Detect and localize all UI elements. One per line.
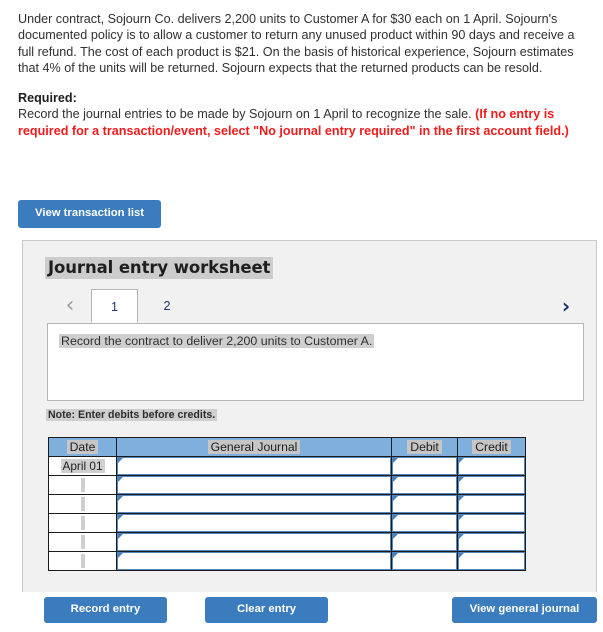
column-header-credit: Credit: [457, 437, 526, 457]
tab-next-arrow-icon[interactable]: ›: [555, 292, 577, 320]
required-section: Required: Record the journal entries to …: [0, 90, 603, 139]
view-transaction-list-button[interactable]: View transaction list: [18, 200, 161, 228]
general-journal-cell[interactable]: [116, 532, 392, 552]
debit-cell[interactable]: [391, 494, 458, 514]
problem-statement: Under contract, Sojourn Co. delivers 2,2…: [0, 0, 603, 76]
debit-cell[interactable]: [391, 532, 458, 552]
general-journal-input[interactable]: [117, 457, 391, 475]
credit-cell[interactable]: [457, 513, 526, 533]
required-label: Required:: [18, 91, 77, 106]
debit-cell[interactable]: [391, 475, 458, 495]
transaction-description-box: Record the contract to deliver 2,200 uni…: [47, 323, 584, 401]
table-row: [48, 494, 526, 514]
credit-input[interactable]: [458, 457, 525, 475]
debit-input[interactable]: [392, 533, 457, 551]
general-journal-input[interactable]: [117, 533, 391, 551]
date-cell[interactable]: [48, 551, 117, 571]
date-cell[interactable]: [48, 494, 117, 514]
credit-cell[interactable]: [457, 456, 526, 476]
debit-input[interactable]: [392, 457, 457, 475]
general-journal-input[interactable]: [117, 476, 391, 494]
clear-entry-button[interactable]: Clear entry: [205, 597, 328, 623]
date-cell[interactable]: April 01: [48, 456, 117, 476]
credit-input[interactable]: [458, 495, 525, 513]
table-row: [48, 513, 526, 533]
table-row: [48, 475, 526, 495]
problem-text: Under contract, Sojourn Co. delivers 2,2…: [18, 12, 575, 75]
credit-input[interactable]: [458, 476, 525, 494]
debit-cell[interactable]: [391, 513, 458, 533]
credit-input[interactable]: [458, 533, 525, 551]
general-journal-cell[interactable]: [116, 494, 392, 514]
debit-input[interactable]: [392, 495, 457, 513]
transaction-description-text: Record the contract to deliver 2,200 uni…: [59, 334, 375, 348]
general-journal-cell[interactable]: [116, 513, 392, 533]
debit-input[interactable]: [392, 476, 457, 494]
worksheet-tab-2[interactable]: 2: [145, 289, 189, 323]
credit-cell[interactable]: [457, 551, 526, 571]
journal-entry-table: Date General Journal Debit Credit April …: [48, 437, 526, 571]
record-entry-button[interactable]: Record entry: [44, 597, 167, 623]
date-cell[interactable]: [48, 513, 117, 533]
view-general-journal-button[interactable]: View general journal: [452, 597, 597, 623]
column-header-debit: Debit: [391, 437, 458, 457]
debit-cell[interactable]: [391, 456, 458, 476]
credit-input[interactable]: [458, 552, 525, 570]
table-header-row: Date General Journal Debit Credit: [48, 437, 526, 457]
credit-cell[interactable]: [457, 494, 526, 514]
date-cell[interactable]: [48, 532, 117, 552]
journal-entry-worksheet-panel: Journal entry worksheet ‹ 1 2 › Record t…: [22, 240, 597, 592]
credit-cell[interactable]: [457, 475, 526, 495]
general-journal-cell[interactable]: [116, 456, 392, 476]
credit-cell[interactable]: [457, 532, 526, 552]
general-journal-input[interactable]: [117, 514, 391, 532]
debit-input[interactable]: [392, 514, 457, 532]
debit-cell[interactable]: [391, 551, 458, 571]
general-journal-cell[interactable]: [116, 475, 392, 495]
column-header-date: Date: [48, 437, 117, 457]
table-row: [48, 551, 526, 571]
credit-input[interactable]: [458, 514, 525, 532]
debits-before-credits-note: Note: Enter debits before credits.: [46, 409, 218, 421]
required-instruction: Record the journal entries to be made by…: [18, 107, 476, 122]
worksheet-title: Journal entry worksheet: [45, 257, 274, 279]
worksheet-tabstrip: ‹ 1 2 ›: [45, 289, 583, 324]
column-header-general-journal: General Journal: [116, 437, 392, 457]
general-journal-cell[interactable]: [116, 551, 392, 571]
worksheet-tab-1[interactable]: 1: [91, 289, 138, 323]
general-journal-input[interactable]: [117, 552, 391, 570]
general-journal-input[interactable]: [117, 495, 391, 513]
date-cell[interactable]: [48, 475, 117, 495]
tab-previous-arrow-icon[interactable]: ‹: [59, 292, 81, 320]
debit-input[interactable]: [392, 552, 457, 570]
table-row: April 01: [48, 456, 526, 476]
table-row: [48, 532, 526, 552]
